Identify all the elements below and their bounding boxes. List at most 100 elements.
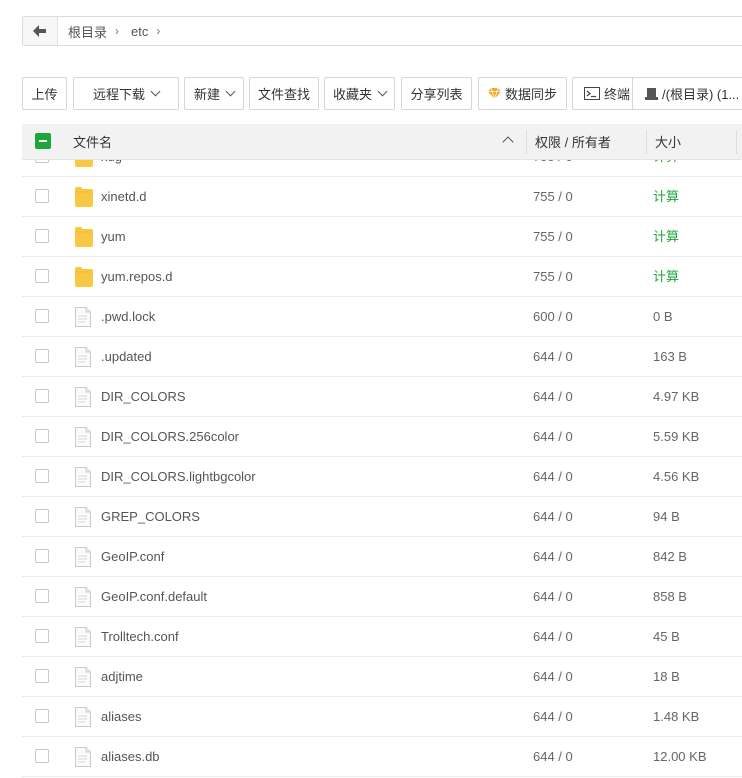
table-row[interactable]: xinetd.d 755 / 0 计算 <box>22 177 742 217</box>
file-name[interactable]: aliases <box>101 697 141 737</box>
file-name[interactable]: .updated <box>101 337 152 377</box>
row-checkbox[interactable] <box>35 589 49 603</box>
share-list-button[interactable]: 分享列表 <box>401 77 472 110</box>
table-row[interactable]: DIR_COLORS 644 / 0 4.97 KB <box>22 377 742 417</box>
file-search-button[interactable]: 文件查找 <box>249 77 319 110</box>
file-permission[interactable]: 755 / 0 <box>533 257 573 297</box>
new-button[interactable]: 新建 <box>184 77 244 110</box>
file-permission[interactable]: 644 / 0 <box>533 337 573 377</box>
table-row[interactable]: yum 755 / 0 计算 <box>22 217 742 257</box>
row-checkbox[interactable] <box>35 189 49 203</box>
file-icon <box>75 467 93 487</box>
calculate-size-link[interactable]: 计算 <box>653 217 679 257</box>
file-permission[interactable]: 755 / 0 <box>533 177 573 217</box>
breadcrumb-item-etc[interactable]: etc <box>121 24 152 39</box>
table-row[interactable]: xdg 755 / 0 计算 <box>22 160 742 177</box>
calculate-size-link[interactable]: 计算 <box>653 160 679 177</box>
chevron-down-icon <box>225 86 236 97</box>
file-permission[interactable]: 644 / 0 <box>533 377 573 417</box>
file-permission[interactable]: 644 / 0 <box>533 737 573 777</box>
diamond-icon <box>487 88 501 99</box>
row-checkbox[interactable] <box>35 429 49 443</box>
row-checkbox[interactable] <box>35 669 49 683</box>
file-size: 842 B <box>653 549 687 564</box>
table-row[interactable]: GeoIP.conf.default 644 / 0 858 B <box>22 577 742 617</box>
column-header-name[interactable]: 文件名 <box>73 124 112 159</box>
column-divider <box>736 130 737 154</box>
remote-download-label: 远程下载 <box>92 87 145 102</box>
table-row[interactable]: GREP_COLORS 644 / 0 94 B <box>22 497 742 537</box>
folder-icon <box>75 267 93 287</box>
file-name[interactable]: adjtime <box>101 657 143 697</box>
file-icon <box>75 387 93 407</box>
row-checkbox[interactable] <box>35 349 49 363</box>
file-name[interactable]: aliases.db <box>101 737 160 777</box>
new-label: 新建 <box>193 87 220 102</box>
file-permission[interactable]: 755 / 0 <box>533 217 573 257</box>
terminal-icon <box>583 87 600 100</box>
select-all-checkbox[interactable] <box>35 133 51 149</box>
row-checkbox[interactable] <box>35 269 49 283</box>
file-permission[interactable]: 644 / 0 <box>533 457 573 497</box>
file-name[interactable]: GeoIP.conf <box>101 537 164 577</box>
favorites-button[interactable]: 收藏夹 <box>324 77 395 110</box>
remote-download-button[interactable]: 远程下载 <box>73 77 179 110</box>
row-checkbox[interactable] <box>35 160 49 163</box>
file-name[interactable]: yum <box>101 217 126 257</box>
calculate-size-link[interactable]: 计算 <box>653 257 679 297</box>
file-permission[interactable]: 644 / 0 <box>533 537 573 577</box>
file-name[interactable]: Trolltech.conf <box>101 617 179 657</box>
row-checkbox[interactable] <box>35 509 49 523</box>
file-permission[interactable]: 644 / 0 <box>533 657 573 697</box>
file-size: 94 B <box>653 509 680 524</box>
file-permission[interactable]: 644 / 0 <box>533 577 573 617</box>
table-row[interactable]: Trolltech.conf 644 / 0 45 B <box>22 617 742 657</box>
row-checkbox[interactable] <box>35 389 49 403</box>
row-checkbox[interactable] <box>35 549 49 563</box>
column-header-permission[interactable]: 权限 / 所有者 <box>535 124 611 159</box>
row-checkbox[interactable] <box>35 749 49 763</box>
table-row[interactable]: aliases.db 644 / 0 12.00 KB <box>22 737 742 777</box>
file-table-header: 文件名 权限 / 所有者 大小 <box>22 124 742 160</box>
back-button[interactable] <box>23 17 58 45</box>
table-row[interactable]: aliases 644 / 0 1.48 KB <box>22 697 742 737</box>
file-name[interactable]: DIR_COLORS.lightbgcolor <box>101 457 256 497</box>
file-permission[interactable]: 644 / 0 <box>533 697 573 737</box>
table-row[interactable]: DIR_COLORS.256color 644 / 0 5.59 KB <box>22 417 742 457</box>
calculate-size-link[interactable]: 计算 <box>653 177 679 217</box>
table-row[interactable]: adjtime 644 / 0 18 B <box>22 657 742 697</box>
upload-button[interactable]: 上传 <box>22 77 67 110</box>
file-name[interactable]: .pwd.lock <box>101 297 155 337</box>
file-list: xdg 755 / 0 计算 xinetd.d 755 / 0 计算 yum 755 / 0 计… <box>22 160 742 778</box>
table-row[interactable]: yum.repos.d 755 / 0 计算 <box>22 257 742 297</box>
file-icon <box>75 307 93 327</box>
breadcrumb-item-root[interactable]: 根目录 <box>58 22 111 41</box>
file-name[interactable]: xdg <box>101 160 122 177</box>
column-header-size[interactable]: 大小 <box>655 124 681 159</box>
file-name[interactable]: xinetd.d <box>101 177 147 217</box>
data-sync-button[interactable]: 数据同步 <box>478 77 567 110</box>
disk-button[interactable]: /(根目录) (1... <box>632 77 742 110</box>
file-size: 0 B <box>653 309 673 324</box>
file-name[interactable]: GeoIP.conf.default <box>101 577 207 617</box>
table-row[interactable]: .pwd.lock 600 / 0 0 B <box>22 297 742 337</box>
row-checkbox[interactable] <box>35 309 49 323</box>
table-row[interactable]: DIR_COLORS.lightbgcolor 644 / 0 4.56 KB <box>22 457 742 497</box>
file-name[interactable]: GREP_COLORS <box>101 497 200 537</box>
file-permission[interactable]: 644 / 0 <box>533 617 573 657</box>
file-permission[interactable]: 600 / 0 <box>533 297 573 337</box>
file-permission[interactable]: 644 / 0 <box>533 497 573 537</box>
table-row[interactable]: GeoIP.conf 644 / 0 842 B <box>22 537 742 577</box>
file-size: 4.97 KB <box>653 389 700 404</box>
row-checkbox[interactable] <box>35 709 49 723</box>
file-name[interactable]: yum.repos.d <box>101 257 173 297</box>
row-checkbox[interactable] <box>35 629 49 643</box>
row-checkbox[interactable] <box>35 469 49 483</box>
sort-up-icon[interactable] <box>502 136 514 148</box>
file-permission[interactable]: 644 / 0 <box>533 417 573 457</box>
file-name[interactable]: DIR_COLORS <box>101 377 186 417</box>
file-name[interactable]: DIR_COLORS.256color <box>101 417 239 457</box>
row-checkbox[interactable] <box>35 229 49 243</box>
file-permission[interactable]: 755 / 0 <box>533 160 573 177</box>
table-row[interactable]: .updated 644 / 0 163 B <box>22 337 742 377</box>
